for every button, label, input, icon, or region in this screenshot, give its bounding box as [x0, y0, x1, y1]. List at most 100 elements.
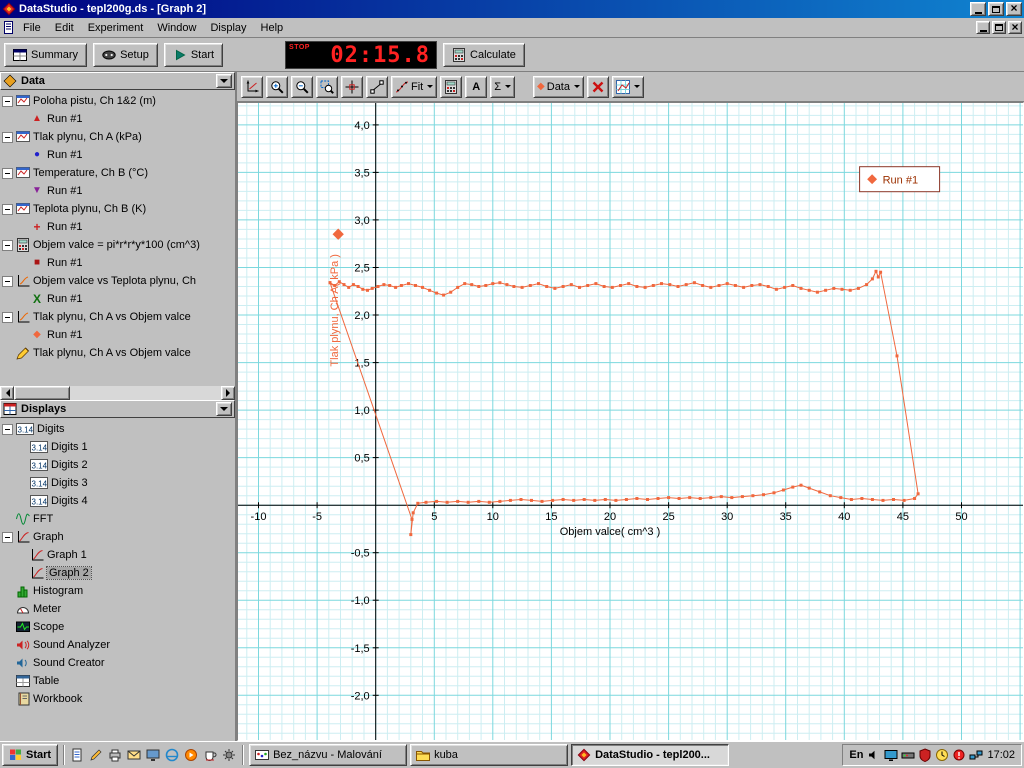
- display-item-histogram[interactable]: Histogram: [0, 582, 235, 600]
- graph-area[interactable]: -10 -5 5 10 15 20 25 30 35 40 45 50 4,0 3,5 3,0 2,5 2,0 1…: [237, 102, 1024, 741]
- menu-experiment[interactable]: Experiment: [81, 20, 151, 36]
- calculate-button[interactable]: Calculate: [443, 42, 525, 67]
- data-item[interactable]: Poloha pistu, Ch 1&2 (m): [0, 92, 235, 110]
- child-restore-button[interactable]: [992, 21, 1006, 34]
- display-item-table[interactable]: Table: [0, 672, 235, 690]
- collapse-toggle[interactable]: [2, 95, 13, 107]
- run-item[interactable]: X Run #1: [0, 290, 235, 308]
- data-item[interactable]: Teplota plynu, Ch B (K): [0, 200, 235, 218]
- display-item-digits-1[interactable]: 3.14 Digits 1: [0, 438, 235, 456]
- graph-options-button[interactable]: [612, 75, 644, 98]
- summary-button[interactable]: Summary: [4, 42, 88, 67]
- delete-data-button[interactable]: [587, 75, 609, 98]
- display-item-digits-3[interactable]: 3.14 Digits 3: [0, 474, 235, 492]
- data-item[interactable]: Tlak plynu, Ch A (kPa): [0, 128, 235, 146]
- display-item-fft[interactable]: FFT: [0, 510, 235, 528]
- text-annotation-button[interactable]: A: [465, 75, 488, 98]
- taskbar-task-1[interactable]: Bez_názvu - Malování: [249, 744, 408, 766]
- antivirus-icon[interactable]: [918, 748, 932, 762]
- child-minimize-button[interactable]: [976, 21, 990, 34]
- show-desktop-icon[interactable]: [146, 748, 161, 763]
- data-item[interactable]: Tlak plynu, Ch A vs Objem valce: [0, 308, 235, 326]
- data-item[interactable]: Temperature, Ch B (°C): [0, 164, 235, 182]
- collapse-toggle[interactable]: [2, 423, 13, 435]
- display-item-workbook[interactable]: Workbook: [0, 690, 235, 708]
- statistics-button[interactable]: Σ: [490, 75, 516, 98]
- smart-tool-button[interactable]: [341, 75, 363, 98]
- child-close-button[interactable]: ×: [1008, 21, 1022, 34]
- minimize-button[interactable]: [970, 2, 986, 16]
- timer-display: STOP 02:15.8: [285, 40, 438, 69]
- restore-button[interactable]: [988, 2, 1004, 16]
- display-item-digits-4[interactable]: 3.14 Digits 4: [0, 492, 235, 510]
- data-menu-button[interactable]: [216, 74, 232, 88]
- collapse-toggle[interactable]: [2, 239, 13, 251]
- scale-to-fit-button[interactable]: [241, 75, 263, 98]
- run-item[interactable]: ■ Run #1: [0, 254, 235, 272]
- display-item-graph-1[interactable]: Graph 1: [0, 546, 235, 564]
- display-item-graph[interactable]: Graph: [0, 528, 235, 546]
- alert-icon[interactable]: [952, 748, 966, 762]
- collapse-toggle[interactable]: [2, 531, 13, 543]
- scrollbar-thumb[interactable]: [14, 386, 70, 400]
- close-button[interactable]: ×: [1006, 2, 1022, 16]
- collapse-toggle[interactable]: [2, 311, 13, 323]
- collapse-toggle[interactable]: [2, 131, 13, 143]
- start-button[interactable]: Start: [2, 744, 59, 766]
- fit-button[interactable]: Fit: [391, 75, 438, 98]
- zoom-select-button[interactable]: [316, 75, 338, 98]
- scrollbar-track[interactable]: [70, 386, 221, 400]
- language-indicator[interactable]: En: [849, 749, 863, 761]
- menu-file[interactable]: File: [16, 20, 48, 36]
- collapse-toggle[interactable]: [2, 275, 13, 287]
- taskbar-task-2[interactable]: kuba: [410, 744, 569, 766]
- display-item-meter[interactable]: Meter: [0, 600, 235, 618]
- menu-help[interactable]: Help: [254, 20, 291, 36]
- menu-edit[interactable]: Edit: [48, 20, 81, 36]
- display-item-digits-2[interactable]: 3.14 Digits 2: [0, 456, 235, 474]
- network-icon[interactable]: [969, 748, 983, 762]
- zoom-in-button[interactable]: [266, 75, 288, 98]
- scroll-left-button[interactable]: [0, 386, 14, 400]
- collapse-toggle[interactable]: [2, 167, 13, 179]
- data-item[interactable]: Objem valce vs Teplota plynu, Ch: [0, 272, 235, 290]
- modem-icon[interactable]: [901, 748, 915, 762]
- java-icon[interactable]: [203, 748, 218, 763]
- notepad-icon[interactable]: [70, 748, 85, 763]
- menu-window[interactable]: Window: [150, 20, 203, 36]
- collapse-toggle[interactable]: [2, 203, 13, 215]
- setup-button[interactable]: Setup: [93, 42, 158, 67]
- scroll-right-button[interactable]: [221, 386, 235, 400]
- data-item[interactable]: Tlak plynu, Ch A vs Objem valce: [0, 344, 235, 362]
- ie-icon[interactable]: [165, 748, 180, 763]
- display-item-sound-creator[interactable]: Sound Creator: [0, 654, 235, 672]
- scheduler-icon[interactable]: [935, 748, 949, 762]
- data-item[interactable]: Objem valce = pi*r*r*y*100 (cm^3): [0, 236, 235, 254]
- zoom-out-button[interactable]: [291, 75, 313, 98]
- chart[interactable]: -10 -5 5 10 15 20 25 30 35 40 45 50 4,0 3,5 3,0 2,5 2,0 1…: [238, 103, 1023, 740]
- printer-icon[interactable]: [108, 748, 123, 763]
- run-item[interactable]: + Run #1: [0, 218, 235, 236]
- display-item-graph-2[interactable]: Graph 2: [0, 564, 235, 582]
- displays-menu-button[interactable]: [216, 402, 232, 416]
- display-item-sound-analyzer[interactable]: Sound Analyzer: [0, 636, 235, 654]
- run-item[interactable]: ◆ Run #1: [0, 326, 235, 344]
- settings-icon[interactable]: [222, 748, 237, 763]
- run-item[interactable]: ● Run #1: [0, 146, 235, 164]
- start-button-toolbar[interactable]: Start: [163, 42, 224, 67]
- display-item-scope[interactable]: Scope: [0, 618, 235, 636]
- display-item-digits[interactable]: 3.14 Digits: [0, 420, 235, 438]
- data-select-button[interactable]: ◆ Data: [533, 75, 584, 98]
- media-player-icon[interactable]: [184, 748, 199, 763]
- menu-display[interactable]: Display: [203, 20, 253, 36]
- paint-icon[interactable]: [89, 748, 104, 763]
- horizontal-scrollbar[interactable]: [0, 386, 235, 400]
- calculator-button[interactable]: [440, 75, 463, 98]
- volume-icon[interactable]: [867, 748, 881, 762]
- display-icon[interactable]: [884, 748, 898, 762]
- slope-tool-button[interactable]: [366, 75, 388, 98]
- taskbar-task-3[interactable]: DataStudio - tepl200...: [571, 744, 730, 766]
- run-item[interactable]: ▲ Run #1: [0, 110, 235, 128]
- mail-icon[interactable]: [127, 748, 142, 763]
- run-item[interactable]: ▼ Run #1: [0, 182, 235, 200]
